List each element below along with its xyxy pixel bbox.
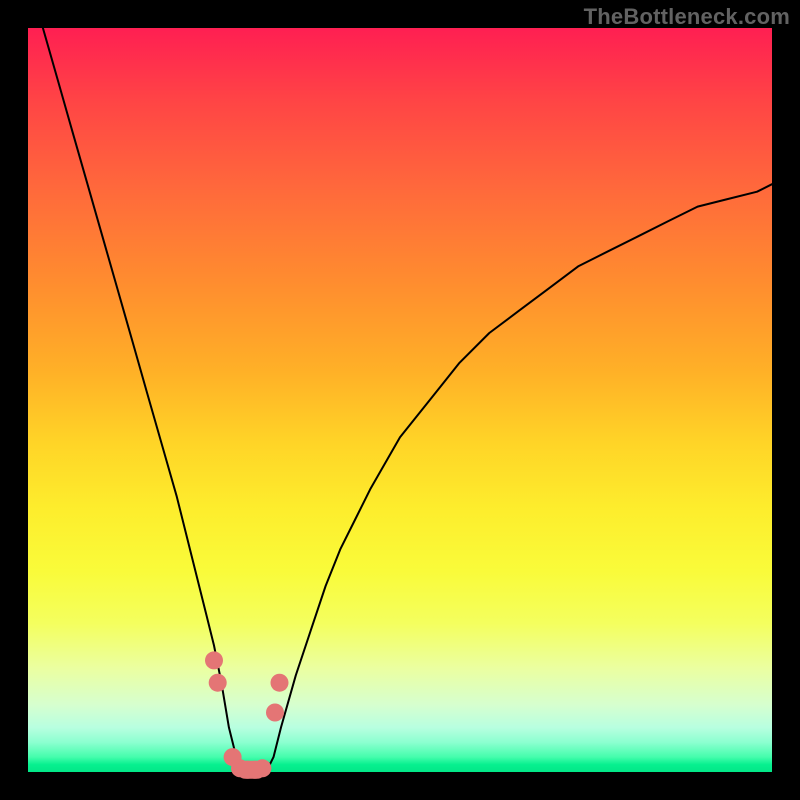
- near-optimal-marker: [209, 674, 227, 692]
- chart-frame: TheBottleneck.com: [0, 0, 800, 800]
- near-optimal-marker: [266, 704, 284, 722]
- watermark-text: TheBottleneck.com: [584, 4, 790, 30]
- near-optimal-marker: [205, 651, 223, 669]
- marker-group: [205, 651, 289, 778]
- optimal-range: [236, 761, 266, 779]
- plot-area: [28, 28, 772, 772]
- near-optimal-marker: [271, 674, 289, 692]
- bottleneck-curve: [28, 0, 772, 772]
- curve-svg: [28, 28, 772, 772]
